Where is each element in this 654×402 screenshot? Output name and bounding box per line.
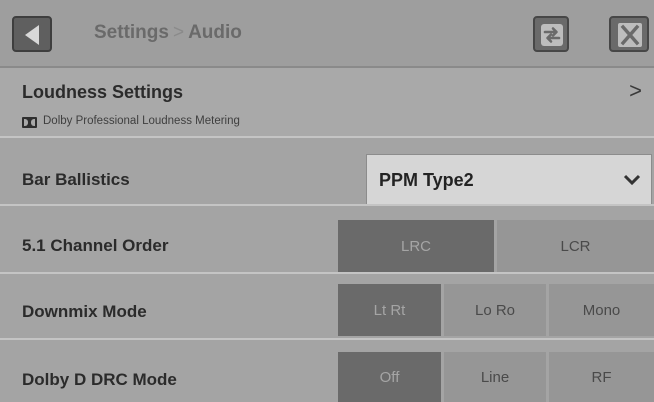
swap-button[interactable] [533, 16, 569, 52]
drc-label: Dolby D DRC Mode [22, 370, 177, 389]
chevron-right-icon: > [629, 78, 642, 103]
bar-ballistics-select[interactable]: PPM Type2 [366, 154, 652, 206]
breadcrumb-separator: > [172, 22, 185, 43]
loudness-subtitle: Dolby Professional Loudness Metering [43, 115, 240, 127]
loudness-settings-row[interactable]: Loudness Settings > Dolby Professional L… [0, 68, 654, 136]
channel-order-lcr[interactable]: LCR [497, 220, 654, 272]
bar-ballistics-value: PPM Type2 [379, 170, 474, 190]
drc-line[interactable]: Line [444, 352, 546, 402]
downmix-mono[interactable]: Mono [549, 284, 654, 336]
drc-off[interactable]: Off [338, 352, 441, 402]
channel-order-label: 5.1 Channel Order [22, 236, 169, 255]
breadcrumb: Settings > Audio [94, 22, 242, 44]
loudness-settings-title: Loudness Settings [22, 82, 184, 102]
breadcrumb-audio: Audio [188, 22, 242, 43]
bar-ballistics-label: Bar Ballistics [22, 170, 130, 189]
chevron-down-icon [623, 174, 641, 186]
close-button[interactable] [609, 16, 649, 52]
audio-settings-screen: Settings > Audio Loudness Settings > Dolby… [0, 0, 654, 402]
header-bar: Settings > Audio [0, 0, 654, 68]
back-arrow-icon [25, 25, 39, 45]
channel-order-lrc[interactable]: LRC [338, 220, 494, 272]
downmix-loro[interactable]: Lo Ro [444, 284, 546, 336]
drc-rf[interactable]: RF [549, 352, 654, 402]
dolby-logo-icon [22, 117, 37, 128]
back-button[interactable] [12, 16, 52, 52]
downmix-ltrt[interactable]: Lt Rt [338, 284, 441, 336]
breadcrumb-settings[interactable]: Settings [94, 22, 169, 43]
swap-arrows-icon [541, 24, 563, 46]
close-icon [618, 23, 642, 47]
downmix-label: Downmix Mode [22, 302, 147, 321]
